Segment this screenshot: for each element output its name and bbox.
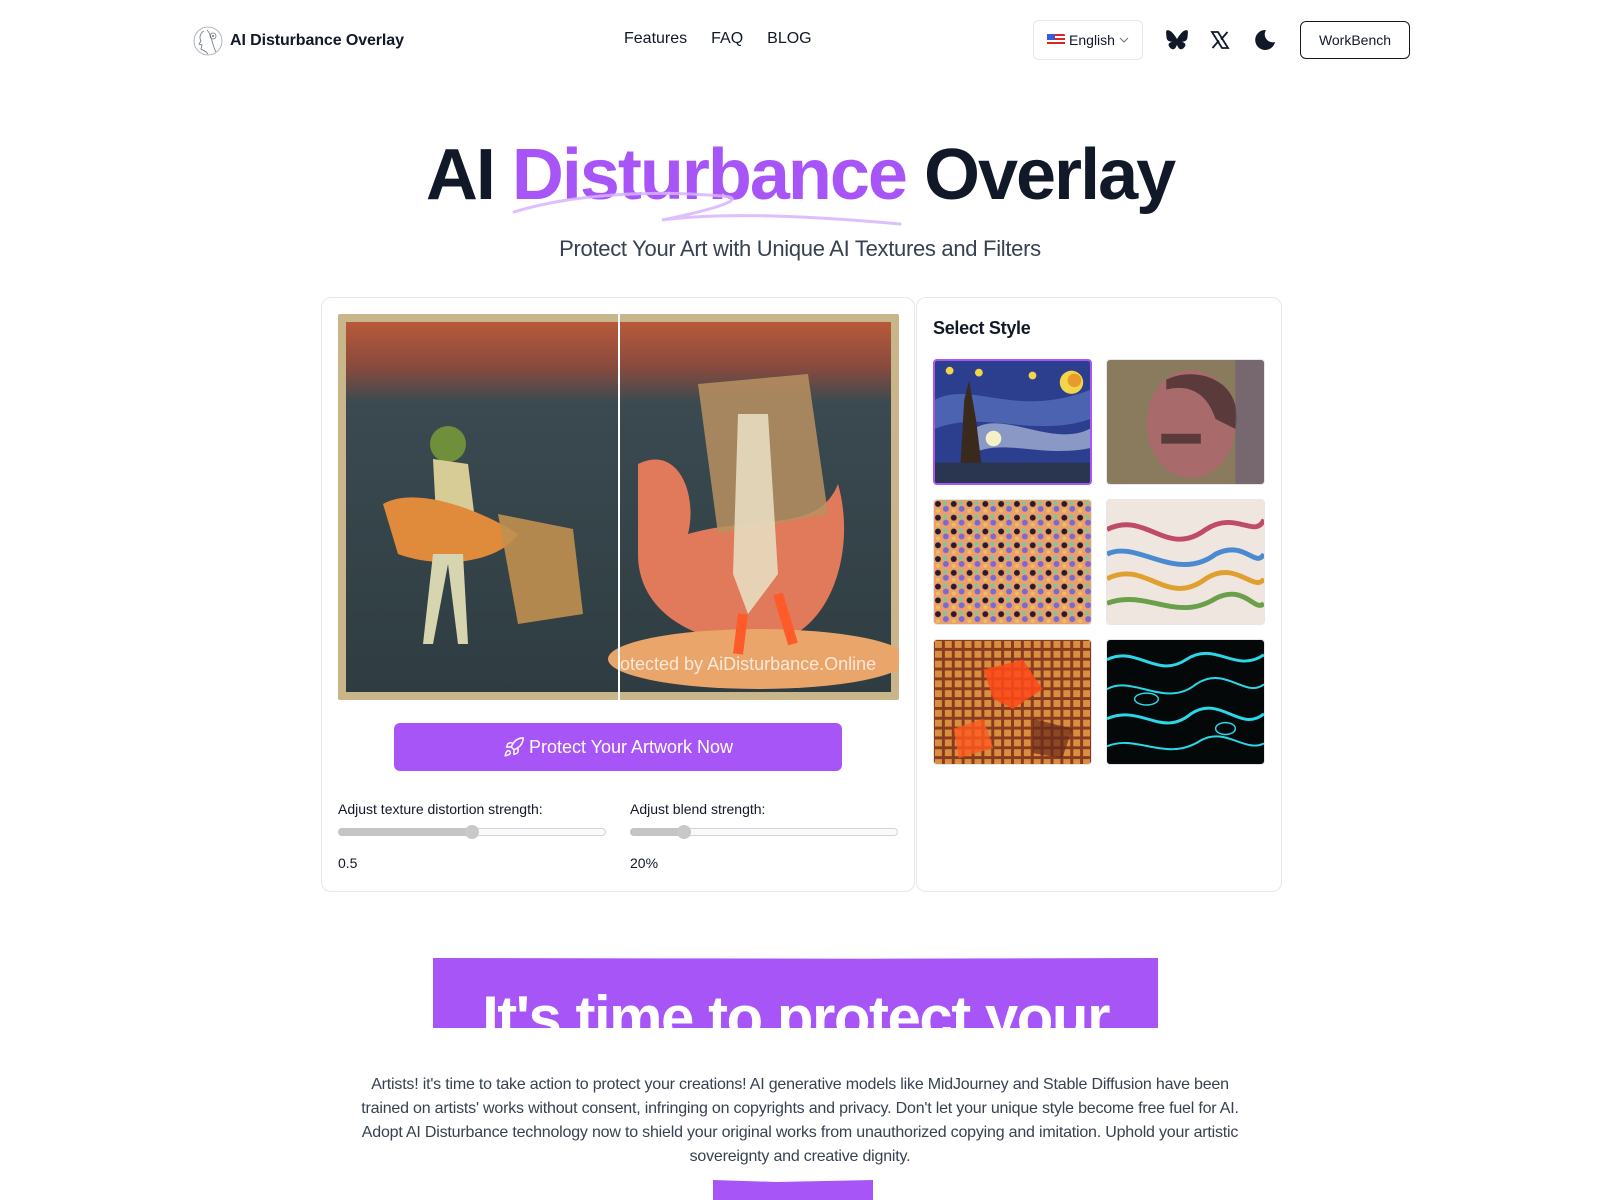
editor-card: otected by AiDisturbance.Online Protect …: [321, 297, 915, 892]
style-selector-title: Select Style: [933, 318, 1031, 338]
blend-slider-label: Adjust blend strength:: [630, 801, 766, 817]
chevron-down-icon: [1119, 37, 1129, 43]
x-twitter-link[interactable]: [1206, 26, 1234, 54]
brand-name: AI Disturbance Overlay: [230, 32, 404, 49]
starry-night-thumbnail: [935, 361, 1090, 483]
blend-value: 20%: [630, 855, 659, 871]
hero-title-prefix: AI: [425, 135, 496, 215]
compare-divider-handle[interactable]: [618, 314, 620, 700]
style-grid: [933, 359, 1265, 765]
style-option-starry-night[interactable]: [933, 359, 1092, 485]
cta-heading-text: It's time to protect your art!: [482, 988, 1110, 1028]
iridescent-marble-thumbnail: [1107, 500, 1264, 624]
cta-button-band: [713, 1180, 873, 1200]
pointillism-thumbnail: [1107, 360, 1264, 484]
top-nav: AI Disturbance Overlay Features FAQ BLOG…: [0, 0, 1600, 80]
nav-link-faq[interactable]: FAQ: [711, 30, 743, 48]
style-selector-card: Select Style: [916, 297, 1282, 892]
scribble-underline-decoration: [512, 191, 902, 226]
brand-link[interactable]: AI Disturbance Overlay: [192, 25, 404, 57]
bluesky-link[interactable]: [1163, 26, 1191, 54]
language-label: English: [1069, 32, 1115, 48]
watermark-text: otected by AiDisturbance.Online: [620, 654, 877, 674]
psychedelic-noise-thumbnail: [934, 500, 1091, 624]
style-option-cyan-topography[interactable]: [1106, 639, 1265, 765]
moon-icon: [1255, 29, 1275, 50]
cyan-topography-thumbnail: [1107, 640, 1264, 764]
hero-title-suffix: Overlay: [923, 135, 1176, 215]
style-option-iridescent-marble[interactable]: [1106, 499, 1265, 625]
nav-link-blog[interactable]: BLOG: [767, 30, 811, 48]
language-select[interactable]: English: [1033, 20, 1143, 60]
mosaic-grid-thumbnail: [934, 640, 1091, 764]
style-option-mosaic-grid[interactable]: [933, 639, 1092, 765]
slider-fill: [630, 828, 684, 836]
blend-slider-group: Adjust blend strength: 20%: [630, 801, 898, 871]
distortion-slider-label: Adjust texture distortion strength:: [338, 801, 543, 817]
cta-description: Artists! it's time to take action to pro…: [361, 1076, 1239, 1165]
style-option-pointillism[interactable]: [1106, 359, 1265, 485]
hero-subtitle: Protect Your Art with Unique AI Textures…: [559, 236, 1041, 261]
workbench-button[interactable]: WorkBench: [1300, 21, 1410, 59]
distortion-value: 0.5: [338, 855, 358, 871]
style-option-psychedelic-noise[interactable]: [933, 499, 1092, 625]
brand-logo-icon: [193, 26, 223, 56]
distortion-slider-group: Adjust texture distortion strength: 0.5: [338, 801, 606, 871]
us-flag-icon: [1047, 34, 1066, 46]
blend-slider[interactable]: [630, 825, 898, 839]
protect-artwork-button[interactable]: Protect Your Artwork Now: [394, 723, 842, 771]
nav-links: Features FAQ BLOG: [624, 30, 812, 48]
rocket-icon: [504, 737, 524, 757]
nav-link-features[interactable]: Features: [624, 30, 687, 48]
distortion-slider[interactable]: [338, 825, 606, 839]
bluesky-butterfly-icon: [1166, 30, 1188, 50]
before-after-compare[interactable]: otected by AiDisturbance.Online: [338, 314, 899, 700]
protect-artwork-label: Protect Your Artwork Now: [528, 736, 734, 757]
slider-thumb[interactable]: [465, 825, 479, 839]
slider-thumb[interactable]: [676, 825, 691, 839]
dark-mode-toggle[interactable]: [1251, 26, 1279, 54]
cta-heading: It's time to protect your art!: [433, 988, 1158, 1028]
slider-fill: [338, 828, 472, 836]
x-twitter-icon: [1210, 31, 1230, 49]
